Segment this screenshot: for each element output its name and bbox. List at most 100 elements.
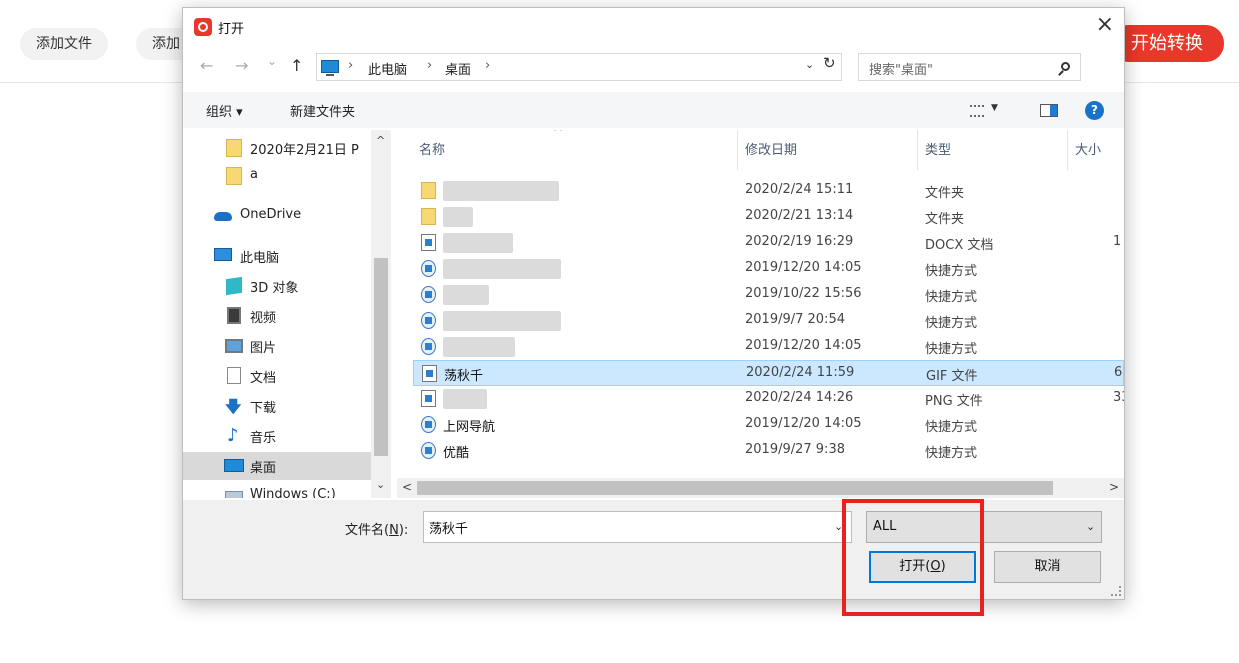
nav-item-this-pc[interactable]: 此电脑 — [183, 242, 371, 270]
preview-pane-icon[interactable] — [1040, 104, 1058, 117]
file-size: 6 — [1114, 365, 1123, 380]
file-type: 快捷方式 — [925, 420, 978, 435]
nav-item-label: OneDrive — [240, 207, 302, 222]
organize-menu[interactable]: 组织 ▾ — [206, 101, 243, 120]
app-logo-icon — [194, 18, 212, 36]
forward-icon[interactable]: → — [235, 56, 248, 75]
address-dropdown-icon[interactable]: ⌄ — [805, 58, 814, 71]
search-input[interactable]: 搜索"桌面" — [869, 59, 933, 78]
file-type: GIF 文件 — [926, 369, 978, 384]
scroll-left-icon[interactable]: < — [402, 480, 412, 494]
close-icon[interactable]: × — [1096, 12, 1114, 37]
help-icon[interactable]: ? — [1085, 101, 1104, 120]
column-divider — [737, 130, 738, 170]
scroll-up-icon[interactable]: ^ — [376, 134, 385, 147]
up-icon[interactable]: ↑ — [290, 56, 303, 75]
start-convert-button[interactable]: 开始转换 — [1110, 25, 1224, 62]
nav-item-folder-a[interactable]: a — [183, 162, 371, 190]
file-date: 2019/12/20 14:05 — [745, 416, 862, 431]
docx-icon — [421, 234, 436, 251]
file-row[interactable]: 2020/2/21 13:14 文件夹 — [413, 204, 1124, 230]
nav-item-desktop[interactable]: 桌面 — [183, 452, 371, 480]
file-row[interactable]: 2020/2/24 15:11 文件夹 — [413, 178, 1124, 204]
column-header-type[interactable]: 类型 — [925, 139, 951, 158]
add-file-button[interactable]: 添加文件 — [20, 28, 108, 60]
shortcut-icon — [421, 312, 436, 329]
nav-item-music[interactable]: ♪ 音乐 — [183, 422, 371, 450]
file-date: 2020/2/21 13:14 — [745, 208, 854, 223]
scroll-right-icon[interactable]: > — [1109, 480, 1119, 494]
file-type: PNG 文件 — [925, 394, 983, 409]
file-type: DOCX 文档 — [925, 238, 994, 253]
nav-item-label: 桌面 — [250, 461, 277, 476]
blurred-filename — [443, 389, 487, 409]
folder-icon — [421, 208, 436, 225]
cloud-icon — [214, 212, 232, 221]
navigation-pane: 2020年2月21日 P a OneDrive 此电脑 3D 对象 视频 图片 — [183, 130, 393, 498]
search-icon[interactable] — [1061, 62, 1070, 71]
file-row[interactable]: 2019/12/20 14:05 快捷方式 — [413, 334, 1124, 360]
search-box[interactable]: 搜索"桌面" — [858, 53, 1081, 81]
resize-grip-icon[interactable] — [1111, 586, 1121, 596]
nav-item-label: 3D 对象 — [250, 281, 299, 296]
file-row[interactable]: 2019/9/7 20:54 快捷方式 — [413, 308, 1124, 334]
nav-scrollbar[interactable]: ^ ⌄ — [371, 130, 391, 498]
file-name: 优酷 — [443, 446, 470, 461]
breadcrumb-separator: › — [427, 58, 433, 73]
file-row[interactable]: 2020/2/19 16:29 DOCX 文档 1 — [413, 230, 1124, 256]
hscrollbar-thumb[interactable] — [417, 481, 1053, 495]
file-date: 2019/9/7 20:54 — [745, 312, 845, 327]
file-type: 快捷方式 — [925, 264, 978, 279]
file-type: 快捷方式 — [925, 290, 978, 305]
nav-item-documents[interactable]: 文档 — [183, 362, 371, 390]
file-date: 2019/10/22 15:56 — [745, 286, 862, 301]
nav-item-windows-c[interactable]: Windows (C:) — [183, 482, 371, 498]
new-folder-button[interactable]: 新建文件夹 — [290, 101, 355, 120]
computer-icon — [214, 248, 232, 261]
nav-item-label: a — [250, 167, 258, 182]
nav-item-pictures[interactable]: 图片 — [183, 332, 371, 360]
column-divider — [917, 130, 918, 170]
column-header-date[interactable]: 修改日期 — [745, 139, 797, 158]
file-row[interactable]: 优酷 2019/9/27 9:38 快捷方式 — [413, 438, 1124, 464]
nav-item-label: 文档 — [250, 371, 277, 386]
file-row[interactable]: 2019/12/20 14:05 快捷方式 — [413, 256, 1124, 282]
blurred-filename — [443, 259, 561, 279]
file-date: 2019/12/20 14:05 — [745, 338, 862, 353]
file-type: 文件夹 — [925, 212, 965, 227]
file-list-hscrollbar[interactable]: < > — [397, 478, 1124, 498]
breadcrumb-desktop[interactable]: 桌面 — [445, 59, 471, 78]
refresh-icon[interactable]: ↻ — [823, 54, 836, 72]
address-bar[interactable]: › 此电脑 › 桌面 › — [316, 53, 842, 81]
view-options-icon[interactable] — [970, 105, 984, 117]
filename-input[interactable]: 荡秋千 — [423, 511, 852, 543]
column-header-size[interactable]: 大小 — [1075, 139, 1101, 158]
file-row[interactable]: 上网导航 2019/12/20 14:05 快捷方式 — [413, 412, 1124, 438]
file-row-selected[interactable]: 荡秋千 2020/2/24 11:59 GIF 文件 6 — [413, 360, 1124, 386]
nav-item-onedrive[interactable]: OneDrive — [183, 202, 371, 230]
nav-item-videos[interactable]: 视频 — [183, 302, 371, 330]
nav-item-3d-objects[interactable]: 3D 对象 — [183, 272, 371, 300]
file-row[interactable]: 2019/10/22 15:56 快捷方式 — [413, 282, 1124, 308]
file-row[interactable]: 2020/2/24 14:26 PNG 文件 33 — [413, 386, 1124, 412]
back-icon[interactable]: ← — [200, 56, 213, 75]
column-header-name[interactable]: 名称 — [419, 139, 445, 158]
blurred-filename — [443, 181, 559, 201]
nav-item-label: 下载 — [250, 401, 277, 416]
scroll-down-icon[interactable]: ⌄ — [376, 478, 385, 491]
nav-item-folder-2020[interactable]: 2020年2月21日 P — [183, 134, 371, 162]
cancel-button[interactable]: 取消 — [994, 551, 1101, 583]
nav-item-label: 2020年2月21日 P — [250, 143, 359, 158]
nav-item-downloads[interactable]: 🡇 下载 — [183, 392, 371, 420]
breadcrumb-separator: › — [348, 58, 354, 73]
shortcut-icon — [421, 338, 436, 355]
chevron-down-icon[interactable]: ⌄ — [1086, 520, 1095, 533]
folder-icon — [226, 167, 242, 185]
3d-objects-icon — [226, 276, 242, 296]
recent-locations-icon[interactable]: ⌄ — [267, 54, 277, 68]
nav-scrollbar-thumb[interactable] — [374, 258, 388, 456]
breadcrumb-this-pc[interactable]: 此电脑 — [368, 59, 407, 78]
file-date: 2020/2/24 11:59 — [746, 365, 855, 380]
download-icon: 🡇 — [225, 397, 242, 416]
view-dropdown-icon[interactable]: ▼ — [991, 103, 998, 113]
